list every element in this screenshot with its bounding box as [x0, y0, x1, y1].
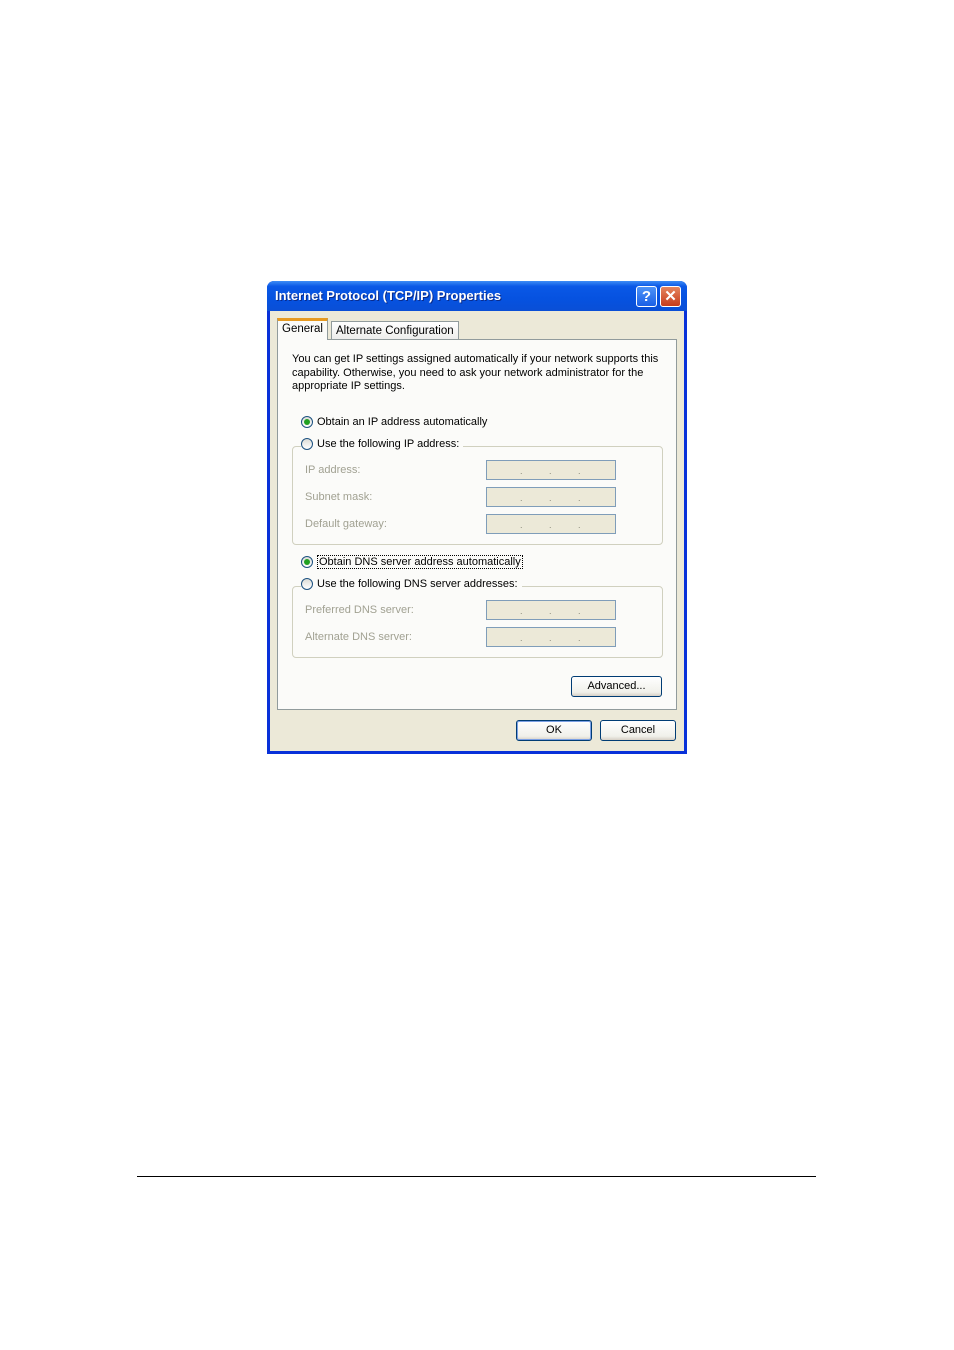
- tcpip-properties-dialog: Internet Protocol (TCP/IP) Properties ? …: [267, 281, 687, 754]
- ip-address-input: . . .: [486, 460, 616, 480]
- help-icon[interactable]: ?: [636, 286, 657, 307]
- radio-obtain-dns-auto-label: Obtain DNS server address automatically: [317, 555, 523, 569]
- preferred-dns-input: . . .: [486, 600, 616, 620]
- title-bar[interactable]: Internet Protocol (TCP/IP) Properties ? …: [267, 281, 687, 311]
- cancel-button[interactable]: Cancel: [600, 720, 676, 741]
- alternate-dns-dots: . . .: [520, 633, 581, 643]
- ok-button[interactable]: OK: [516, 720, 592, 741]
- alternate-dns-input: . . .: [486, 627, 616, 647]
- ip-address-dots: . . .: [520, 466, 581, 476]
- subnet-mask-input: . . .: [486, 487, 616, 507]
- alternate-dns-label: Alternate DNS server:: [305, 631, 412, 643]
- radio-selected-icon: [301, 556, 313, 568]
- subnet-mask-label: Subnet mask:: [305, 491, 373, 503]
- radio-obtain-dns-auto[interactable]: Obtain DNS server address automatically: [301, 555, 523, 569]
- radio-obtain-ip-auto-label: Obtain an IP address automatically: [317, 416, 488, 428]
- radio-unselected-icon: [301, 438, 313, 450]
- info-text: You can get IP settings assigned automat…: [292, 353, 659, 392]
- radio-selected-icon: [301, 416, 313, 428]
- page-divider: [137, 1176, 816, 1177]
- dialog-body: General Alternate Configuration You can …: [270, 311, 684, 751]
- radio-use-following-ip[interactable]: Use the following IP address:: [301, 438, 464, 450]
- tab-general[interactable]: General: [277, 318, 328, 340]
- radio-use-following-ip-label: Use the following IP address:: [317, 438, 460, 450]
- advanced-button[interactable]: Advanced...: [571, 676, 662, 697]
- default-gateway-label: Default gateway:: [305, 518, 387, 530]
- subnet-mask-dots: . . .: [520, 493, 581, 503]
- default-gateway-dots: . . .: [520, 520, 581, 530]
- dialog-title: Internet Protocol (TCP/IP) Properties: [275, 288, 502, 303]
- radio-use-following-dns[interactable]: Use the following DNS server addresses:: [301, 578, 522, 590]
- dns-server-group: [292, 586, 663, 658]
- preferred-dns-dots: . . .: [520, 606, 581, 616]
- preferred-dns-label: Preferred DNS server:: [305, 604, 414, 616]
- ip-address-label: IP address:: [305, 464, 361, 476]
- close-icon[interactable]: ✕: [660, 286, 681, 307]
- default-gateway-input: . . .: [486, 514, 616, 534]
- tab-alternate-configuration[interactable]: Alternate Configuration: [331, 321, 459, 340]
- general-tab-panel: You can get IP settings assigned automat…: [277, 339, 677, 710]
- radio-obtain-ip-auto[interactable]: Obtain an IP address automatically: [301, 416, 487, 428]
- radio-unselected-icon: [301, 578, 313, 590]
- radio-use-following-dns-label: Use the following DNS server addresses:: [317, 578, 518, 590]
